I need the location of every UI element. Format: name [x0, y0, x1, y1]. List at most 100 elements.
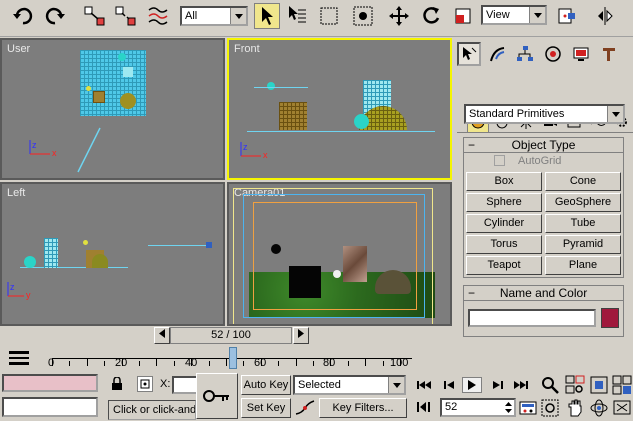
axis-tripod-icon: z x: [240, 142, 268, 160]
viewport-user[interactable]: User z x: [0, 38, 225, 180]
ground-plane-line: [20, 267, 128, 268]
key-filters-button[interactable]: Key Filters...: [319, 398, 407, 418]
tab-modify[interactable]: [485, 42, 509, 66]
reference-coord-dropdown[interactable]: View: [481, 5, 547, 25]
name-color-rollout-header[interactable]: − Name and Color: [463, 285, 624, 301]
divider: [457, 132, 633, 133]
plane-object: [80, 50, 146, 116]
orbit-icon[interactable]: [589, 398, 609, 418]
tick-mark: [313, 361, 314, 366]
viewport-front[interactable]: Front z x: [227, 38, 452, 180]
set-key-button[interactable]: Set Key: [241, 398, 291, 418]
teapot-button[interactable]: Teapot: [466, 256, 542, 275]
use-pivot-center-icon[interactable]: [554, 3, 580, 29]
x-coord-field[interactable]: [172, 376, 198, 394]
select-by-name-icon[interactable]: [284, 3, 310, 29]
auto-key-button[interactable]: Auto Key: [241, 375, 291, 395]
zoom-extents-all-icon[interactable]: [612, 375, 632, 395]
tab-create[interactable]: [457, 42, 481, 66]
cylinder-object: [279, 102, 307, 130]
axis-tripod-icon: z x: [29, 140, 57, 158]
time-configuration-icon[interactable]: [519, 399, 537, 417]
chevron-down-icon: [230, 8, 246, 24]
rect-selection-region-icon[interactable]: [316, 3, 342, 29]
select-rotate-icon[interactable]: [418, 3, 444, 29]
select-move-icon[interactable]: [386, 3, 412, 29]
default-tangent-icon[interactable]: [294, 399, 316, 417]
bind-space-warp-icon[interactable]: [145, 3, 171, 29]
object-name-input[interactable]: [468, 309, 596, 327]
window-crossing-icon[interactable]: [350, 3, 376, 29]
pan-view-icon[interactable]: [565, 398, 585, 418]
cone-button[interactable]: Cone: [545, 172, 621, 191]
prev-frame-button[interactable]: [154, 327, 170, 344]
absolute-mode-icon[interactable]: [137, 376, 153, 392]
mirror-icon[interactable]: [592, 3, 618, 29]
redo-icon[interactable]: [42, 3, 68, 29]
current-frame-marker[interactable]: [228, 347, 237, 369]
select-scale-icon[interactable]: [450, 3, 476, 29]
pyramid-button[interactable]: Pyramid: [545, 235, 621, 254]
sphere-button[interactable]: Sphere: [466, 193, 542, 212]
maxscript-input[interactable]: [2, 397, 98, 417]
cylinder-button[interactable]: Cylinder: [466, 214, 542, 233]
viewport-left[interactable]: Left z y: [0, 182, 225, 326]
tab-display[interactable]: [569, 42, 593, 66]
selection-filter-dropdown[interactable]: All: [180, 6, 248, 26]
previous-frame-icon[interactable]: [440, 377, 460, 393]
tick-label: 40: [185, 357, 198, 369]
svg-text:x: x: [263, 150, 268, 160]
primitive-category-dropdown[interactable]: Standard Primitives: [464, 104, 625, 124]
time-slider-thumb[interactable]: 52 / 100: [170, 327, 292, 344]
go-to-start-icon[interactable]: [414, 377, 434, 393]
object-color-swatch[interactable]: [601, 308, 619, 328]
svg-text:z: z: [243, 142, 248, 152]
chevron-left-icon: [159, 329, 165, 338]
maxscript-listener-mini[interactable]: [2, 374, 98, 392]
rollout-toggle: −: [468, 138, 476, 152]
select-object-icon[interactable]: [254, 3, 280, 29]
viewport-label: User: [7, 43, 31, 55]
viewport-camera[interactable]: Camera01: [227, 182, 452, 326]
lock-selection-icon[interactable]: [110, 376, 124, 391]
autogrid-checkbox[interactable]: [494, 155, 505, 166]
go-to-end-icon[interactable]: [511, 377, 531, 393]
select-link-icon[interactable]: [82, 3, 108, 29]
zoom-icon[interactable]: [540, 375, 560, 395]
tick-mark: [226, 358, 227, 366]
selection-filter-value: All: [185, 10, 198, 22]
undo-icon[interactable]: [10, 3, 36, 29]
object-type-rollout-header[interactable]: − Object Type: [463, 137, 624, 153]
rollout-title: Object Type: [511, 138, 576, 152]
tube-button[interactable]: Tube: [545, 214, 621, 233]
primitive-category-value: Standard Primitives: [469, 108, 565, 120]
zoom-all-icon[interactable]: [565, 375, 585, 395]
next-frame-button[interactable]: [293, 327, 309, 344]
unlink-icon[interactable]: [113, 3, 139, 29]
key-mode-toggle-icon[interactable]: [416, 400, 434, 416]
set-keys-icon[interactable]: [196, 373, 238, 419]
sphere-object: [24, 256, 36, 268]
tab-motion[interactable]: [541, 42, 565, 66]
maximize-viewport-icon[interactable]: [612, 398, 632, 418]
tick-label: 60: [254, 357, 267, 369]
svg-text:x: x: [52, 148, 57, 158]
camera-object: [206, 242, 212, 248]
zoom-extents-icon[interactable]: [589, 375, 609, 395]
play-icon[interactable]: [462, 377, 482, 393]
autogrid-label: AutoGrid: [518, 155, 562, 167]
frame-spinner[interactable]: [503, 400, 514, 415]
tick-mark: [86, 358, 88, 366]
geosphere-button[interactable]: GeoSphere: [545, 193, 621, 212]
box-object: [44, 238, 58, 268]
tab-hierarchy[interactable]: [513, 42, 537, 66]
box-button[interactable]: Box: [466, 172, 542, 191]
camera-line: [148, 245, 212, 246]
plane-button[interactable]: Plane: [545, 256, 621, 275]
torus-button[interactable]: Torus: [466, 235, 542, 254]
field-of-view-icon[interactable]: [540, 398, 560, 418]
next-frame-icon[interactable]: [487, 377, 507, 393]
tab-utilities[interactable]: [597, 42, 621, 66]
open-mini-curve-editor-icon[interactable]: [8, 350, 30, 366]
key-mode-dropdown[interactable]: Selected: [293, 375, 406, 395]
